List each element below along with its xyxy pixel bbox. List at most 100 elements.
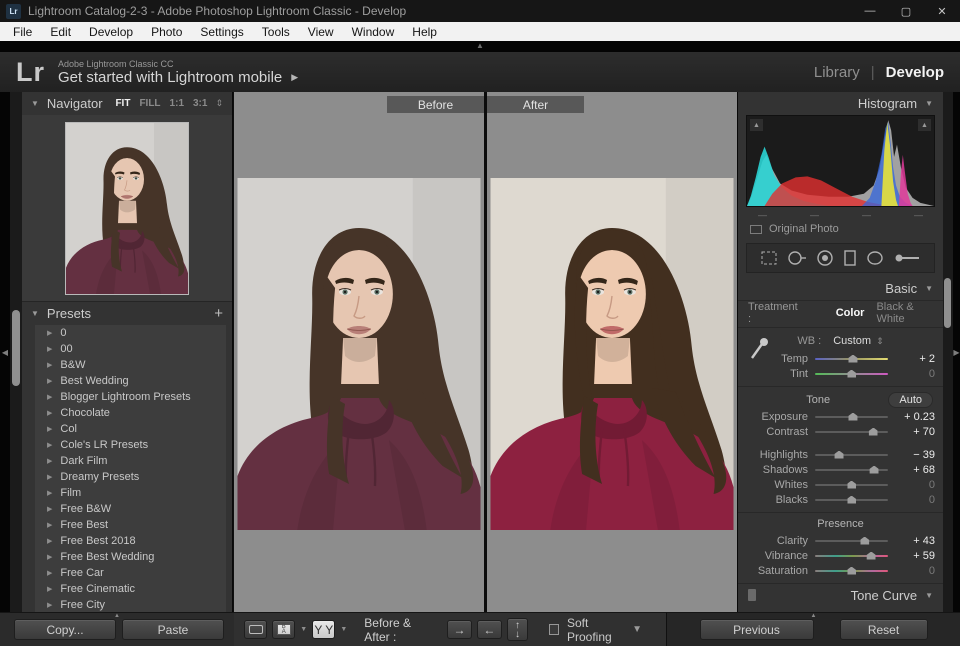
expand-arrow-icon[interactable]: ▶	[47, 521, 52, 529]
preset-item[interactable]: ▶ Free Cinematic	[35, 581, 226, 597]
graduated-filter-tool-icon[interactable]	[842, 249, 858, 267]
preset-item[interactable]: ▶ Dreamy Presets	[35, 469, 226, 485]
maximize-button[interactable]: ▢	[888, 0, 924, 22]
navigator-header[interactable]: ▼ Navigator FITFILL1:13:1 ⇕	[22, 92, 232, 115]
play-arrow-icon[interactable]: ▶	[291, 72, 298, 83]
chevron-down-icon[interactable]: ▼	[925, 284, 933, 293]
zoom-option[interactable]: 1:1	[170, 98, 184, 109]
collapse-right-icon[interactable]: ▶	[953, 348, 959, 357]
chevron-down-icon[interactable]: ▼	[31, 309, 39, 318]
top-panel-collapse[interactable]: ▲	[0, 41, 960, 52]
tone-curve-header[interactable]: Tone Curve ▼	[738, 583, 943, 606]
menu-item[interactable]: Photo	[142, 25, 191, 39]
preset-item[interactable]: ▶ 0	[35, 325, 226, 341]
expand-arrow-icon[interactable]: ▶	[47, 425, 52, 433]
expand-arrow-icon[interactable]: ▶	[47, 409, 52, 417]
slider-row[interactable]: Saturation 0	[746, 563, 935, 578]
slider-track[interactable]	[815, 484, 888, 486]
preset-item[interactable]: ▶ Blogger Lightroom Presets	[35, 389, 226, 405]
before-pane[interactable]: Before	[234, 92, 484, 612]
slider-row[interactable]: Blacks 0	[746, 492, 935, 507]
before-after-view-button[interactable]: BA	[272, 620, 295, 639]
slider-thumb[interactable]	[835, 451, 844, 459]
zoom-option[interactable]: FILL	[139, 98, 160, 109]
slider-track[interactable]	[815, 469, 888, 471]
preset-item[interactable]: ▶ Best Wedding	[35, 373, 226, 389]
slider-thumb[interactable]	[869, 428, 878, 436]
slider-thumb[interactable]	[847, 370, 856, 378]
expand-arrow-icon[interactable]: ▶	[47, 345, 52, 353]
preset-item[interactable]: ▶ Free Best Wedding	[35, 549, 226, 565]
preset-item[interactable]: ▶ Film	[35, 485, 226, 501]
previous-button[interactable]: Previous	[700, 619, 814, 640]
reset-button[interactable]: Reset	[840, 619, 928, 640]
zoom-option[interactable]: FIT	[115, 98, 130, 109]
preset-item[interactable]: ▶ Free Car	[35, 565, 226, 581]
zoom-ratio-selector-icon[interactable]: ⇕	[215, 98, 223, 109]
left-scrollbar[interactable]	[10, 92, 22, 612]
preset-item[interactable]: ▶ Free Best 2018	[35, 533, 226, 549]
radial-filter-tool-icon[interactable]	[865, 249, 885, 267]
copy-button[interactable]: Copy...	[14, 619, 116, 640]
right-panel-collapse[interactable]: ▶	[953, 92, 960, 612]
preset-item[interactable]: ▶ Free Best	[35, 517, 226, 533]
menu-item[interactable]: File	[4, 25, 41, 39]
presets-header[interactable]: ▼ Presets +	[22, 302, 232, 325]
slider-track[interactable]	[815, 373, 888, 375]
menu-item[interactable]: Edit	[41, 25, 80, 39]
after-photo[interactable]	[491, 178, 734, 530]
slider-track[interactable]	[815, 431, 888, 433]
expand-arrow-icon[interactable]: ▶	[47, 473, 52, 481]
navigator-thumbnail[interactable]	[66, 123, 188, 294]
add-preset-button[interactable]: +	[214, 305, 223, 322]
left-panel-collapse[interactable]: ◀	[0, 92, 10, 612]
expand-arrow-icon[interactable]: ▶	[47, 585, 52, 593]
slider-row[interactable]: Whites 0	[746, 477, 935, 492]
copy-after-to-before-button[interactable]: ←	[477, 620, 502, 639]
menu-item[interactable]: Settings	[191, 25, 252, 39]
minimize-button[interactable]: —	[852, 0, 888, 22]
shadow-clipping-indicator[interactable]: ▲	[750, 119, 763, 131]
zoom-option[interactable]: 3:1	[193, 98, 207, 109]
paste-button[interactable]: Paste	[122, 619, 224, 640]
menu-item[interactable]: Window	[343, 25, 404, 39]
preset-item[interactable]: ▶ B&W	[35, 357, 226, 373]
module-develop[interactable]: Develop	[886, 64, 944, 81]
expand-arrow-icon[interactable]: ▶	[47, 393, 52, 401]
swap-before-after-button[interactable]: ↑↓	[507, 618, 528, 641]
preset-item[interactable]: ▶ Free City	[35, 597, 226, 612]
highlight-clipping-indicator[interactable]: ▲	[918, 119, 931, 131]
slider-row[interactable]: Contrast + 70	[746, 424, 935, 439]
left-scrollbar-thumb[interactable]	[12, 310, 20, 386]
group-caret-icon[interactable]: ▲	[114, 613, 120, 619]
wb-eyedropper-icon[interactable]	[748, 336, 770, 362]
toolbar-options-icon[interactable]: ▼	[632, 624, 656, 635]
preset-item[interactable]: ▶ Dark Film	[35, 453, 226, 469]
slider-thumb[interactable]	[848, 355, 857, 363]
expand-arrow-icon[interactable]: ▶	[47, 377, 52, 385]
panel-switch-icon[interactable]	[748, 589, 756, 601]
slider-thumb[interactable]	[867, 552, 876, 560]
preset-item[interactable]: ▶ Chocolate	[35, 405, 226, 421]
menu-item[interactable]: View	[299, 25, 343, 39]
histogram[interactable]: ▲ ▲	[746, 115, 935, 207]
expand-arrow-icon[interactable]: ▶	[47, 553, 52, 561]
menu-item[interactable]: Help	[403, 25, 446, 39]
preset-item[interactable]: ▶ 00	[35, 341, 226, 357]
copy-before-to-after-button[interactable]: →	[447, 620, 472, 639]
slider-track[interactable]	[815, 555, 888, 557]
mobile-headline[interactable]: Get started with Lightroom mobile	[58, 69, 282, 86]
menu-item[interactable]: Tools	[253, 25, 299, 39]
preset-item[interactable]: ▶ Free B&W	[35, 501, 226, 517]
navigator-preview[interactable]	[22, 115, 232, 302]
loupe-view-button[interactable]	[244, 620, 267, 639]
expand-arrow-icon[interactable]: ▶	[47, 441, 52, 449]
slider-row[interactable]: Clarity + 43	[746, 533, 935, 548]
slider-row[interactable]: Vibrance + 59	[746, 548, 935, 563]
slider-row[interactable]: Tint 0	[746, 366, 935, 381]
slider-thumb[interactable]	[847, 567, 856, 575]
chevron-down-icon[interactable]: ▼	[925, 591, 933, 600]
slider-track[interactable]	[815, 358, 888, 360]
basic-header[interactable]: Basic ▼	[738, 277, 943, 300]
view-dropdown-icon[interactable]: ▼	[300, 626, 307, 633]
